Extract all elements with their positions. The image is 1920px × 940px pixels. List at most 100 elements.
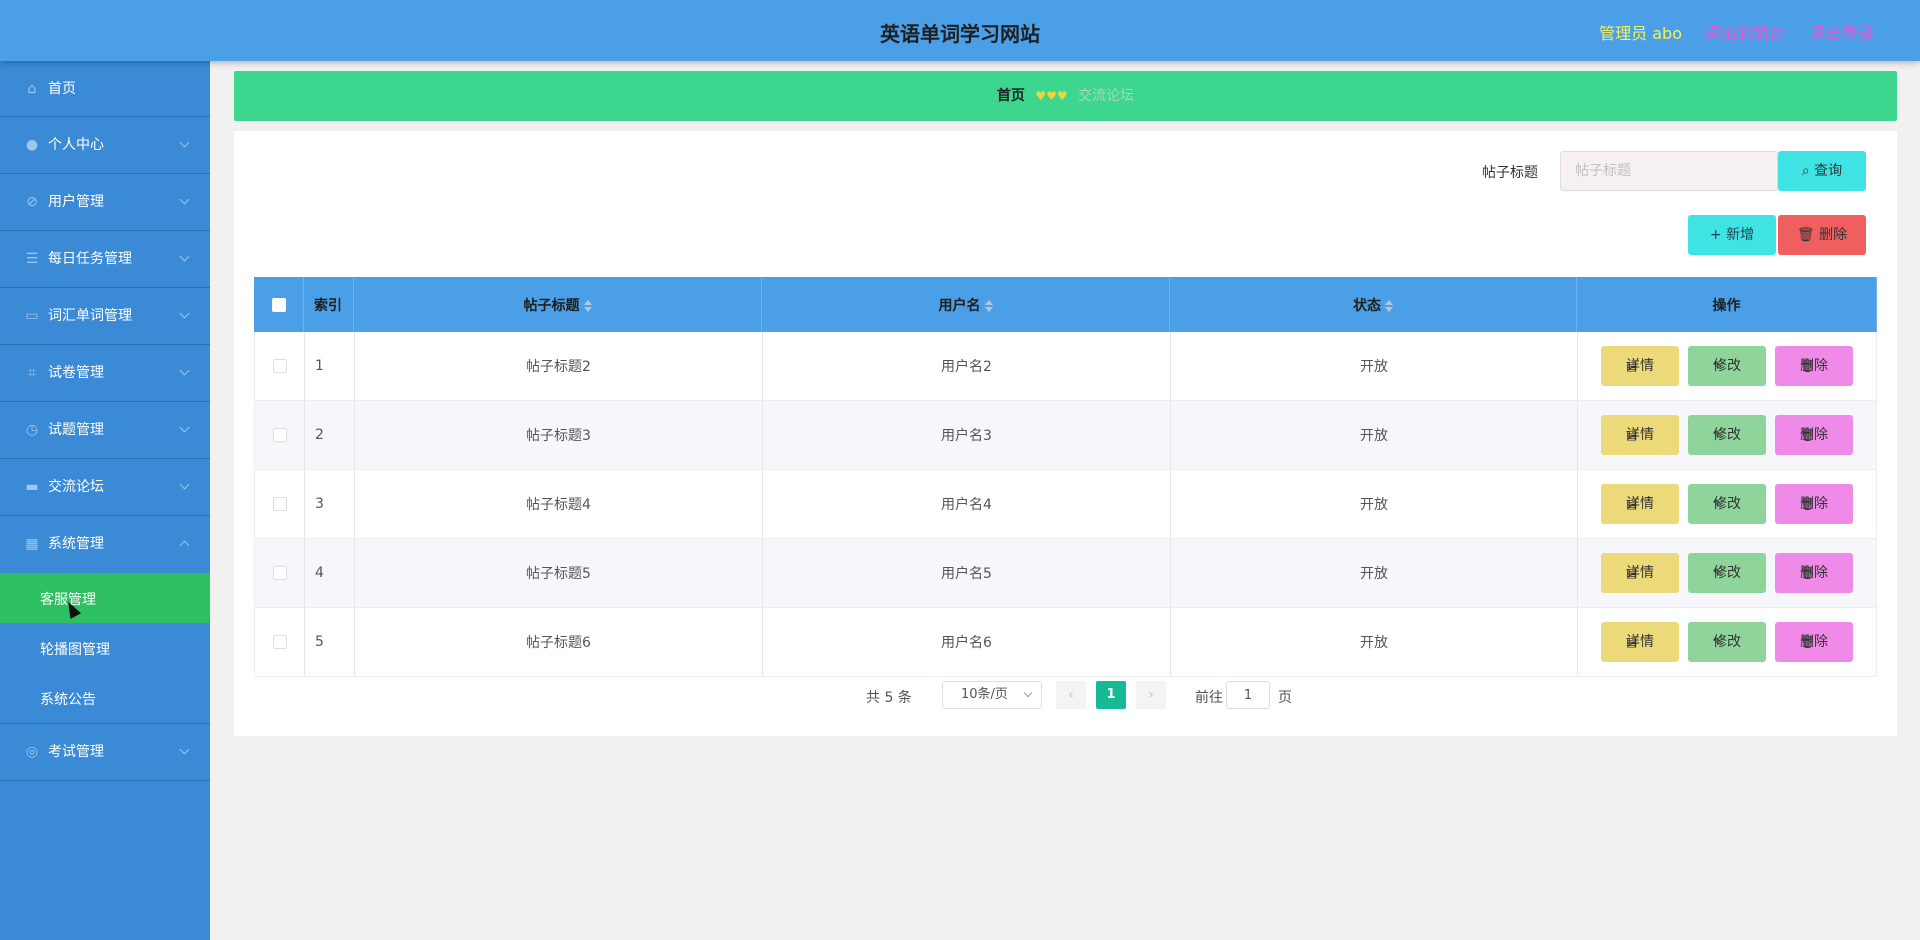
select-cell — [255, 539, 305, 607]
goto-page-input[interactable] — [1226, 681, 1270, 709]
document-icon: ▤ — [1626, 359, 1638, 373]
sidebar-item-question[interactable]: ◷ 试题管理 — [0, 402, 210, 459]
posts-table: 索引 帖子标题 用户名 状态 操作 1 帖子标题2 用户名2 开放 ▤ 详情 ✎ 修… — [254, 277, 1877, 677]
title-cell: 帖子标题6 — [355, 608, 763, 676]
row-actions: ▤ 详情 ✎ 修改 🗑 删除 — [1601, 622, 1861, 662]
breadcrumb-home[interactable]: 首页 — [997, 88, 1025, 104]
edit-button[interactable]: ✎ 修改 — [1688, 415, 1766, 455]
sidebar-subitem-carousel[interactable]: 轮播图管理 — [0, 623, 210, 673]
header-label: 帖子标题 — [523, 297, 580, 314]
delete-button[interactable]: 🗑 删除 — [1775, 553, 1853, 593]
add-button[interactable]: + 新增 — [1688, 215, 1776, 255]
detail-button[interactable]: ▤ 详情 — [1601, 415, 1679, 455]
chevron-down-icon — [179, 744, 190, 755]
edit-button[interactable]: ✎ 修改 — [1688, 484, 1766, 524]
status-value: 开放 — [1360, 635, 1388, 651]
title-value: 帖子标题2 — [526, 359, 591, 375]
row-checkbox[interactable] — [273, 635, 287, 649]
username-value: 用户名3 — [941, 428, 992, 444]
row-actions: ▤ 详情 ✎ 修改 🗑 删除 — [1601, 415, 1861, 455]
actions-cell: ▤ 详情 ✎ 修改 🗑 删除 — [1578, 470, 1878, 538]
prev-page-button[interactable]: ‹ — [1056, 681, 1086, 709]
ticket-icon: ▬ — [25, 479, 39, 495]
row-checkbox[interactable] — [273, 566, 287, 580]
index-cell: 4 — [305, 539, 355, 607]
title-cell: 帖子标题5 — [355, 539, 763, 607]
detail-button[interactable]: ▤ 详情 — [1601, 553, 1679, 593]
username-value: 用户名4 — [941, 497, 992, 513]
next-page-button[interactable]: › — [1136, 681, 1166, 709]
delete-button[interactable]: 🗑 删除 — [1775, 346, 1853, 386]
pencil-icon: ✎ — [1713, 497, 1724, 511]
chevron-down-icon — [179, 479, 190, 490]
sidebar-item-label: 每日任务管理 — [48, 251, 132, 267]
row-actions: ▤ 详情 ✎ 修改 🗑 删除 — [1601, 346, 1861, 386]
delete-button[interactable]: 🗑 删除 — [1775, 484, 1853, 524]
row-checkbox[interactable] — [273, 359, 287, 373]
sidebar-item-personal-center[interactable]: ● 个人中心 — [0, 117, 210, 174]
select-all-checkbox[interactable] — [272, 297, 286, 312]
sidebar-subitem-service[interactable]: 客服管理 — [0, 573, 210, 623]
username-cell: 用户名5 — [763, 539, 1171, 607]
username-value: 用户名5 — [941, 566, 992, 582]
delete-button[interactable]: 🗑 删除 — [1775, 415, 1853, 455]
detail-button[interactable]: ▤ 详情 — [1601, 484, 1679, 524]
page-number-button[interactable]: 1 — [1096, 681, 1126, 709]
index-cell: 3 — [305, 470, 355, 538]
main-content: 首页 ♥♥♥ 交流论坛 帖子标题 ⌕ 查询 + 新增 🗑 删除 索引 帖子标题 … — [210, 61, 1920, 940]
sidebar-item-daily-task[interactable]: ☰ 每日任务管理 — [0, 231, 210, 288]
sidebar-subitem-announcement[interactable]: 系统公告 — [0, 673, 210, 723]
sort-icon[interactable] — [583, 299, 592, 312]
clock-icon: ◷ — [25, 422, 39, 438]
username-cell: 用户名2 — [763, 332, 1171, 400]
sidebar-subitem-label: 轮播图管理 — [40, 642, 110, 658]
batch-delete-button[interactable]: 🗑 删除 — [1778, 215, 1866, 255]
sidebar-item-exam[interactable]: ◎ 考试管理 — [0, 724, 210, 781]
search-input[interactable] — [1560, 151, 1778, 191]
sidebar-item-label: 个人中心 — [48, 137, 104, 153]
row-checkbox[interactable] — [273, 497, 287, 511]
index-value: 2 — [315, 427, 324, 443]
sidebar-item-label: 首页 — [48, 81, 76, 97]
sidebar-item-label: 词汇单词管理 — [48, 308, 132, 324]
sidebar-item-user-management[interactable]: ⊘ 用户管理 — [0, 174, 210, 231]
detail-button[interactable]: ▤ 详情 — [1601, 346, 1679, 386]
sidebar-item-paper[interactable]: ⌗ 试卷管理 — [0, 345, 210, 402]
sort-icon[interactable] — [984, 299, 993, 312]
sidebar-item-system[interactable]: ▦ 系统管理 — [0, 516, 210, 573]
header-username[interactable]: 用户名 — [762, 277, 1170, 332]
title-value: 帖子标题6 — [526, 635, 591, 651]
sidebar-item-vocabulary[interactable]: ▭ 词汇单词管理 — [0, 288, 210, 345]
sidebar-item-label: 试题管理 — [48, 422, 104, 438]
breadcrumb-current: 交流论坛 — [1078, 88, 1135, 104]
exit-to-front-link[interactable]: 退出到前台 — [1705, 20, 1785, 44]
row-checkbox[interactable] — [273, 428, 287, 442]
chevron-down-icon — [179, 194, 190, 205]
edit-button[interactable]: ✎ 修改 — [1688, 622, 1766, 662]
breadcrumb: 首页 ♥♥♥ 交流论坛 — [234, 71, 1897, 121]
query-button[interactable]: ⌕ 查询 — [1778, 151, 1866, 191]
table-row: 3 帖子标题4 用户名4 开放 ▤ 详情 ✎ 修改 🗑 删除 — [254, 470, 1877, 539]
index-value: 3 — [315, 496, 324, 512]
sidebar-item-forum[interactable]: ▬ 交流论坛 — [0, 459, 210, 516]
document-icon: ▤ — [1626, 635, 1638, 649]
status-cell: 开放 — [1171, 332, 1578, 400]
edit-button[interactable]: ✎ 修改 — [1688, 346, 1766, 386]
page-size-select[interactable]: 10条/页 — [942, 681, 1042, 709]
logout-link[interactable]: 退出登录 — [1810, 20, 1874, 44]
edit-button[interactable]: ✎ 修改 — [1688, 553, 1766, 593]
trash-icon: 🗑 — [1800, 428, 1816, 442]
sidebar-item-home[interactable]: ⌂ 首页 — [0, 61, 210, 117]
pencil-icon: ✎ — [1713, 428, 1724, 442]
trash-icon: 🗑 — [1800, 359, 1816, 373]
sort-icon[interactable] — [1385, 299, 1393, 312]
header-status[interactable]: 状态 — [1170, 277, 1577, 332]
delete-button[interactable]: 🗑 删除 — [1775, 622, 1853, 662]
top-header: 英语单词学习网站 管理员 abo 退出到前台 退出登录 — [0, 0, 1920, 61]
pencil-icon: ✎ — [1713, 635, 1724, 649]
system-submenu: 客服管理 轮播图管理 系统公告 — [0, 573, 210, 724]
detail-button[interactable]: ▤ 详情 — [1601, 622, 1679, 662]
header-title[interactable]: 帖子标题 — [354, 277, 762, 332]
trash-icon: 🗑 — [1800, 635, 1816, 649]
index-cell: 2 — [305, 401, 355, 469]
